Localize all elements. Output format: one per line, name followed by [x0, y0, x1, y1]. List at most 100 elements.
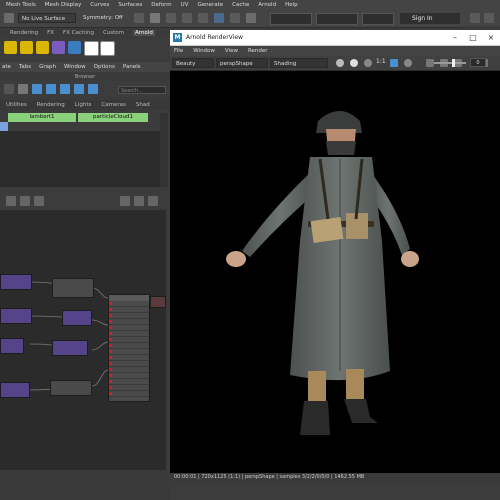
menu-help[interactable]: Help — [285, 2, 298, 8]
coord-y-field[interactable] — [316, 13, 358, 25]
minimize-icon[interactable]: – — [446, 31, 464, 44]
browser-search-input[interactable]: Search... — [118, 86, 166, 94]
hypershade-menu-tabs[interactable]: Tabs — [19, 64, 31, 70]
renderview-menu-render[interactable]: Render — [248, 48, 268, 54]
menu-icon[interactable] — [4, 84, 14, 94]
arnold-shelf-icon[interactable] — [68, 41, 81, 54]
menu-curves[interactable]: Curves — [90, 2, 109, 8]
layout-icon[interactable] — [214, 13, 224, 23]
exposure-icon[interactable] — [404, 59, 412, 67]
arnold-shelf-icon[interactable] — [84, 41, 99, 56]
menu-arnold[interactable]: Arnold — [258, 2, 276, 8]
node-port[interactable] — [109, 391, 149, 397]
browser-tab-utilities[interactable]: Utilities — [6, 102, 27, 108]
bump-node[interactable] — [62, 310, 92, 326]
snap-grid-icon[interactable] — [134, 13, 144, 23]
aov-dropdown[interactable]: Beauty — [172, 58, 214, 68]
arnold-shelf-icon[interactable] — [20, 41, 33, 54]
add-selected-icon[interactable] — [34, 196, 44, 206]
file-node[interactable] — [0, 308, 32, 324]
place2d-node[interactable] — [52, 278, 94, 298]
place2d-node[interactable] — [50, 380, 92, 396]
shelf-tab-custom[interactable]: Custom — [103, 30, 124, 36]
camera-dropdown[interactable]: perspShape — [216, 58, 268, 68]
swatch-icon[interactable] — [88, 84, 98, 94]
render-icon[interactable] — [150, 13, 160, 23]
sort-icon[interactable] — [60, 84, 70, 94]
hypershade-icon[interactable] — [198, 13, 208, 23]
browser-scrollbar[interactable] — [160, 113, 168, 187]
close-icon[interactable]: × — [482, 31, 500, 44]
exposure-slider-handle[interactable] — [452, 59, 455, 67]
arnold-shelf-icon[interactable] — [100, 41, 115, 56]
renderview-menu-window[interactable]: Window — [193, 48, 215, 54]
stop-render-icon[interactable] — [350, 59, 358, 67]
coord-x-field[interactable] — [270, 13, 312, 25]
render-viewport[interactable] — [170, 71, 500, 473]
list-icon[interactable] — [18, 84, 28, 94]
shading-dropdown[interactable]: Shading — [270, 58, 328, 68]
clear-graph-icon[interactable] — [20, 196, 30, 206]
refresh-icon[interactable] — [364, 59, 372, 67]
grid-view-icon[interactable] — [32, 84, 42, 94]
select-tool-icon[interactable] — [4, 13, 14, 23]
browser-tab-rendering[interactable]: Rendering — [37, 102, 65, 108]
hypershade-menu-panels[interactable]: Panels — [123, 64, 141, 70]
browser-area[interactable] — [0, 131, 160, 187]
menu-uv[interactable]: UV — [181, 2, 189, 8]
live-surface-dropdown[interactable]: No Live Surface — [18, 13, 76, 23]
attribute-icon[interactable] — [230, 13, 240, 23]
graph-icon[interactable] — [6, 196, 16, 206]
frame-selected-icon[interactable] — [148, 196, 158, 206]
settings-icon[interactable] — [484, 13, 494, 23]
coord-z-field[interactable] — [362, 13, 394, 25]
arnold-shelf-icon[interactable] — [36, 41, 49, 54]
filter-icon[interactable] — [74, 84, 84, 94]
render-icon[interactable] — [336, 59, 344, 67]
snapshot-icon[interactable] — [426, 59, 434, 67]
file-node[interactable] — [0, 338, 24, 354]
render-settings-icon[interactable] — [182, 13, 192, 23]
help-icon[interactable] — [470, 13, 480, 23]
file-node[interactable] — [0, 274, 32, 290]
hypershade-menu-graph[interactable]: Graph — [39, 64, 56, 70]
ipr-icon[interactable] — [166, 13, 176, 23]
shelf-tab-arnold[interactable]: Arnold — [133, 30, 155, 36]
menu-cache[interactable]: Cache — [232, 2, 249, 8]
standard-surface-node[interactable] — [108, 294, 150, 402]
file-node[interactable] — [0, 382, 30, 398]
exposure-slider[interactable] — [434, 62, 466, 64]
arnold-shelf-icon[interactable] — [52, 41, 65, 54]
maximize-icon[interactable]: □ — [464, 31, 482, 44]
shelf-tab-fx[interactable]: FX — [47, 30, 54, 36]
file-node[interactable] — [52, 340, 88, 356]
browser-tab-shad[interactable]: Shad — [136, 102, 150, 108]
crop-region-icon[interactable] — [390, 59, 398, 67]
menu-mesh-tools[interactable]: Mesh Tools — [6, 2, 36, 8]
arnold-shelf-icon[interactable] — [4, 41, 17, 54]
material-lambert1[interactable]: lambert1 — [8, 113, 76, 122]
material-selection[interactable] — [0, 122, 8, 131]
shelf-tab-fx-caching[interactable]: FX Caching — [63, 30, 94, 36]
hypershade-menu-window[interactable]: Window — [64, 64, 86, 70]
shelf-tab-rendering[interactable]: Rendering — [10, 30, 38, 36]
shading-group-node[interactable] — [150, 296, 166, 308]
browser-tab-lights[interactable]: Lights — [75, 102, 92, 108]
renderview-menu-file[interactable]: File — [174, 48, 183, 54]
layout-nodes-icon[interactable] — [120, 196, 130, 206]
large-icon-view-icon[interactable] — [46, 84, 56, 94]
menu-surfaces[interactable]: Surfaces — [118, 2, 142, 8]
hypershade-menu-ate[interactable]: ate — [2, 64, 11, 70]
x-field-icon[interactable] — [246, 13, 256, 23]
renderview-menu-view[interactable]: View — [225, 48, 238, 54]
frame-all-icon[interactable] — [134, 196, 144, 206]
node-editor[interactable] — [0, 210, 166, 470]
browser-tab-cameras[interactable]: Cameras — [101, 102, 125, 108]
menu-generate[interactable]: Generate — [197, 2, 223, 8]
menu-deform[interactable]: Deform — [151, 2, 171, 8]
menu-mesh-display[interactable]: Mesh Display — [45, 2, 82, 8]
sign-in-button[interactable]: Sign In — [400, 13, 460, 24]
symmetry-dropdown[interactable]: Symmetry: Off — [80, 13, 130, 23]
hypershade-menu-options[interactable]: Options — [94, 64, 115, 70]
material-particlecloud1[interactable]: particleCloud1 — [78, 113, 148, 122]
